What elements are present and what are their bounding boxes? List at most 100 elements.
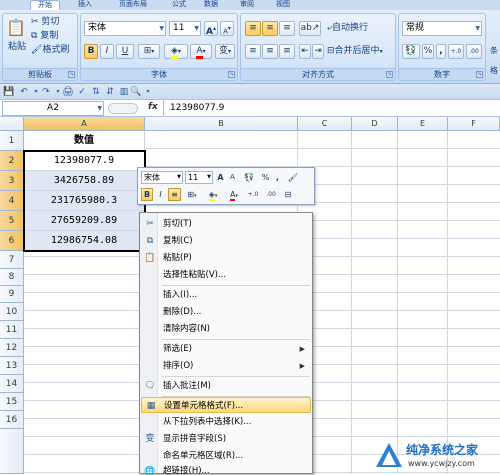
save-icon[interactable]: 💾 [3, 86, 15, 98]
orientation-icon[interactable]: ab↗ [299, 21, 321, 36]
copy-button[interactable]: ⧉ 复制 [31, 29, 58, 43]
align-left-icon[interactable]: ≡ [245, 44, 261, 59]
formula-input[interactable]: 12398077.9 [163, 100, 500, 116]
alignment-launcher-icon[interactable]: ↘ [386, 71, 393, 78]
number-launcher-icon[interactable]: ↘ [476, 71, 483, 78]
mini-font-color-button[interactable]: A▾ [225, 188, 243, 201]
percent-button[interactable]: % [422, 44, 434, 59]
chart-icon[interactable]: ▥ [118, 86, 130, 98]
column-header-c[interactable]: C [298, 117, 352, 131]
phonetic-button[interactable]: 变▾ [215, 44, 235, 59]
shrink-font-button[interactable]: A▾ [220, 21, 234, 36]
row-header[interactable]: 8 [0, 269, 24, 286]
menu-item-sort[interactable]: 排序(O) ▶ [141, 358, 311, 374]
align-bottom-icon[interactable]: ≡ [279, 21, 295, 36]
styles-button[interactable]: 格 [490, 64, 498, 78]
search-icon[interactable]: 🔍 [130, 86, 142, 98]
column-header-b[interactable]: B [145, 117, 298, 131]
row-header[interactable]: 9 [0, 286, 24, 303]
menu-item-paste[interactable]: 📋 粘贴(P) [141, 250, 311, 266]
paste-icon[interactable]: 📋 [6, 16, 26, 42]
menu-item-show-phonetic[interactable]: 变显示拼音字段(S) [141, 431, 311, 447]
spelling-icon[interactable]: ✓ [76, 86, 88, 98]
row-header[interactable]: 15 [0, 393, 24, 411]
formula-bar-splitter[interactable] [108, 103, 138, 114]
menu-item-clear-contents[interactable]: 清除内容(N) [141, 321, 311, 337]
sort-desc-icon[interactable]: ⇵ [104, 86, 116, 98]
menu-item-copy[interactable]: ⧉ 复制(C) [141, 233, 311, 249]
tab-home[interactable]: 开始 [30, 0, 60, 10]
row-header[interactable]: 4 [0, 191, 24, 211]
select-all-button[interactable] [0, 117, 24, 131]
decrease-indent-icon[interactable]: ⇤ [299, 44, 311, 59]
increase-decimal-button[interactable]: +.0 [448, 44, 464, 59]
align-top-icon[interactable]: ≡ [245, 21, 261, 36]
align-center-icon[interactable]: ≡ [262, 44, 278, 59]
print-preview-icon[interactable]: 🖨 [62, 86, 74, 98]
undo-icon[interactable]: ↶ [18, 86, 30, 98]
tab-insert[interactable]: 插入 [70, 0, 100, 10]
row-header[interactable]: 3 [0, 171, 24, 191]
mini-bold-button[interactable]: B [141, 188, 153, 201]
tab-view[interactable]: 视图 [268, 0, 298, 10]
italic-button[interactable]: I [100, 44, 114, 59]
row-header[interactable]: 2 [0, 151, 24, 171]
row-header[interactable]: 10 [0, 303, 24, 321]
mini-fill-color-icon[interactable]: ◈▾ [203, 188, 223, 201]
format-painter-button[interactable]: 🖌格式刷 [31, 43, 69, 57]
row-header[interactable]: 7 [0, 251, 24, 269]
merge-center-button[interactable]: ⊟合并后居中▾ [327, 44, 383, 59]
mini-comma-button[interactable]: , [273, 171, 282, 184]
function-icon[interactable]: fx [148, 102, 158, 112]
column-header-d[interactable]: D [352, 117, 398, 131]
tab-formulas[interactable]: 公式 [164, 0, 194, 10]
conditional-format-button[interactable]: 条 [490, 44, 498, 58]
bold-button[interactable]: B [84, 44, 98, 59]
number-format-select[interactable]: 常规 ▼ [402, 21, 482, 36]
row-header[interactable]: 1 [0, 131, 24, 151]
mini-increase-decimal-button[interactable]: +.0 [245, 188, 261, 201]
align-middle-icon[interactable]: ≡ [262, 21, 278, 36]
cell-a1[interactable]: 数值 [24, 131, 145, 151]
row-header[interactable]: 14 [0, 375, 24, 393]
mini-center-align-icon[interactable]: ≡ [168, 188, 181, 201]
menu-item-filter[interactable]: 筛选(E) ▶ [141, 341, 311, 357]
align-right-icon[interactable]: ≡ [279, 44, 295, 59]
mini-italic-button[interactable]: I [155, 188, 166, 201]
menu-item-pick-from-list[interactable]: 从下拉列表中选择(K)... [141, 414, 311, 430]
font-launcher-icon[interactable]: ↘ [228, 71, 235, 78]
increase-indent-icon[interactable]: ⇥ [312, 44, 324, 59]
font-color-button[interactable]: A▾ [190, 44, 212, 59]
mini-format-painter-icon[interactable]: 🖌 [286, 171, 300, 184]
menu-item-cut[interactable]: ✂ 剪切(T) [141, 216, 311, 232]
tab-review[interactable]: 审阅 [232, 0, 262, 10]
comma-button[interactable]: , [436, 44, 446, 59]
tab-data[interactable]: 数据 [196, 0, 226, 10]
underline-button[interactable]: U [116, 44, 134, 59]
grow-font-button[interactable]: A▴ [204, 21, 218, 37]
row-header[interactable]: 16 [0, 411, 24, 429]
decrease-decimal-button[interactable]: .00 [466, 44, 482, 59]
mini-size-select[interactable]: 11 ▼ [185, 171, 213, 184]
name-box[interactable]: A2 ▼ [2, 101, 104, 116]
row-header[interactable]: 13 [0, 357, 24, 375]
row-header[interactable]: 11 [0, 321, 24, 339]
mini-grow-font-button[interactable]: A [215, 171, 226, 184]
tab-page-layout[interactable]: 页面布局 [108, 0, 158, 10]
mini-borders-icon[interactable]: ⊞▾ [183, 188, 201, 201]
mini-shrink-font-button[interactable]: A [227, 171, 238, 184]
mini-currency-icon[interactable]: 💱 [240, 171, 258, 184]
menu-item-paste-special[interactable]: 选择性粘贴(V)... [141, 267, 311, 283]
font-name-select[interactable]: 宋体 ▼ [84, 21, 166, 36]
borders-button[interactable]: ⊞▾ [138, 44, 160, 59]
menu-item-name-range[interactable]: 命名单元格区域(R)... [141, 448, 311, 464]
clipboard-launcher-icon[interactable]: ↘ [68, 71, 75, 78]
column-header-f[interactable]: F [448, 117, 500, 131]
fill-color-button[interactable]: ◈▾ [164, 44, 188, 59]
sort-icon[interactable]: ⇅ [90, 86, 102, 98]
column-header-a[interactable]: A [24, 117, 145, 131]
menu-item-hyperlink[interactable]: 🌐 超链接(H)... [141, 464, 311, 475]
currency-icon[interactable]: 💱 [402, 44, 420, 59]
row-header[interactable]: 5 [0, 211, 24, 231]
paste-button[interactable]: 粘贴 [8, 40, 26, 54]
